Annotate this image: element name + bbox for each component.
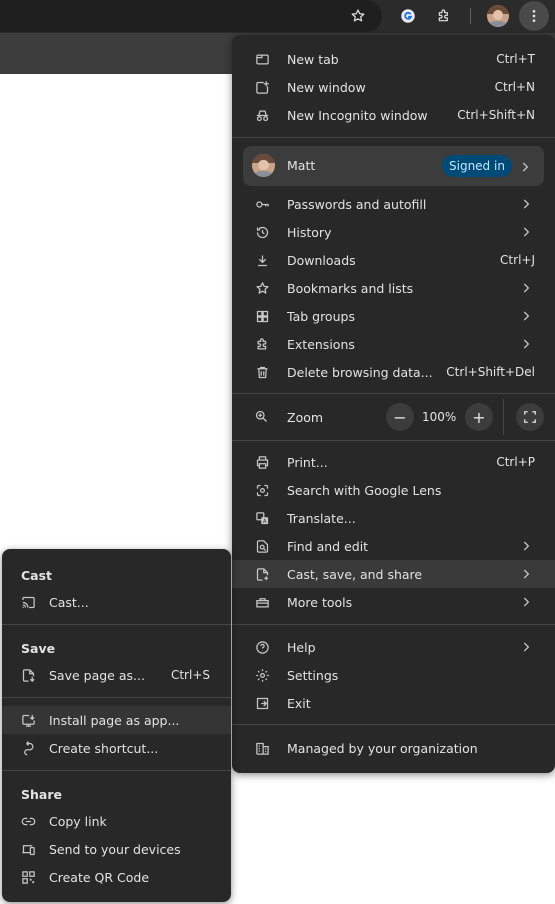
lens-icon [254,482,270,498]
chevron-right-icon [519,595,533,609]
menu-item-google-lens[interactable]: Search with Google Lens [232,476,555,504]
menu-item-delete-browsing-data[interactable]: Delete browsing data... Ctrl+Shift+Del [232,358,555,386]
chevron-right-icon [518,159,532,173]
menu-item-history[interactable]: History [232,218,555,246]
zoom-icon [254,409,270,425]
menu-separator [2,624,231,625]
menu-item-settings[interactable]: Settings [232,661,555,689]
profile-avatar[interactable] [487,5,509,27]
cast-save-icon [254,566,270,582]
star-icon [254,280,270,296]
menu-item-copy-link[interactable]: Copy link [2,807,231,835]
menu-item-tab-groups[interactable]: Tab groups [232,302,555,330]
menu-separator [232,137,555,138]
menu-separator [2,770,231,771]
puzzle-icon[interactable] [432,4,456,28]
menu-item-exit[interactable]: Exit [232,689,555,717]
zoom-row: Zoom − 100% + [232,399,555,435]
toolbox-icon [254,594,270,610]
bookmark-star-icon[interactable] [346,4,370,28]
download-icon [254,252,270,268]
menu-item-find-and-edit[interactable]: Find and edit [232,532,555,560]
tab-groups-icon [254,308,270,324]
devices-icon [20,841,36,857]
help-icon [254,639,270,655]
building-icon [254,740,270,756]
chevron-right-icon [519,640,533,654]
svg-text:A: A [262,518,266,524]
incognito-icon [254,107,270,123]
menu-item-new-tab[interactable]: New tab Ctrl+T [232,45,555,73]
fullscreen-button[interactable] [516,403,544,431]
chevron-right-icon [519,539,533,553]
zoom-separator [503,399,504,435]
cast-save-share-submenu: Cast Cast... Save Save page as... Ctrl+S… [2,549,231,902]
find-icon [254,538,270,554]
menu-item-print[interactable]: Print... Ctrl+P [232,448,555,476]
section-title-save: Save [21,641,56,656]
zoom-in-button[interactable]: + [465,403,493,431]
chevron-right-icon [519,309,533,323]
menu-item-create-shortcut[interactable]: Create shortcut... [2,734,231,762]
menu-separator [232,624,555,625]
zoom-out-button[interactable]: − [386,403,414,431]
menu-item-more-tools[interactable]: More tools [232,588,555,616]
puzzle-icon [254,336,270,352]
link-icon [20,813,36,829]
section-title-share: Share [21,787,62,802]
menu-separator [232,393,555,394]
key-icon [254,196,270,212]
avatar [252,154,275,177]
menu-item-passwords[interactable]: Passwords and autofill [232,190,555,218]
menu-item-bookmarks[interactable]: Bookmarks and lists [232,274,555,302]
menu-item-install-app[interactable]: Install page as app... [2,706,231,734]
menu-item-extensions[interactable]: Extensions [232,330,555,358]
menu-item-new-window[interactable]: New window Ctrl+N [232,73,555,101]
menu-item-translate[interactable]: A Translate... [232,504,555,532]
address-bar[interactable] [0,0,382,32]
extension-g-icon[interactable] [396,4,420,28]
toolbar-separator [470,8,471,24]
menu-item-cast[interactable]: Cast... [2,588,231,616]
save-page-icon [20,667,36,683]
menu-item-downloads[interactable]: Downloads Ctrl+J [232,246,555,274]
shortcut-icon [20,740,36,756]
new-tab-icon [254,51,270,67]
cast-icon [20,594,36,610]
chevron-right-icon [519,225,533,239]
chevron-right-icon [519,197,533,211]
profile-row[interactable]: Matt Signed in [243,146,544,186]
trash-icon [254,364,270,380]
chevron-right-icon [519,567,533,581]
zoom-level: 100% [422,410,457,424]
menu-separator [2,697,231,698]
menu-separator [232,440,555,441]
profile-name: Matt [287,158,316,173]
menu-item-cast-save-share[interactable]: Cast, save, and share [232,560,555,588]
new-window-icon [254,79,270,95]
qr-code-icon [20,869,36,885]
kebab-menu-icon[interactable] [519,1,549,31]
signed-in-badge: Signed in [442,155,512,177]
browser-toolbar [0,0,555,33]
menu-item-incognito[interactable]: New Incognito window Ctrl+Shift+N [232,101,555,129]
translate-icon: A [254,510,270,526]
print-icon [254,454,270,470]
menu-item-save-page[interactable]: Save page as... Ctrl+S [2,661,231,689]
menu-item-create-qr-code[interactable]: Create QR Code [2,863,231,891]
chrome-main-menu: New tab Ctrl+T New window Ctrl+N New Inc… [232,35,555,773]
menu-separator [232,724,555,725]
menu-item-send-to-devices[interactable]: Send to your devices [2,835,231,863]
gear-icon [254,667,270,683]
chevron-right-icon [519,337,533,351]
install-app-icon [20,712,36,728]
history-icon [254,224,270,240]
chevron-right-icon [519,281,533,295]
exit-icon [254,695,270,711]
section-title-cast: Cast [21,568,53,583]
menu-item-managed[interactable]: Managed by your organization [232,734,555,762]
menu-item-help[interactable]: Help [232,633,555,661]
